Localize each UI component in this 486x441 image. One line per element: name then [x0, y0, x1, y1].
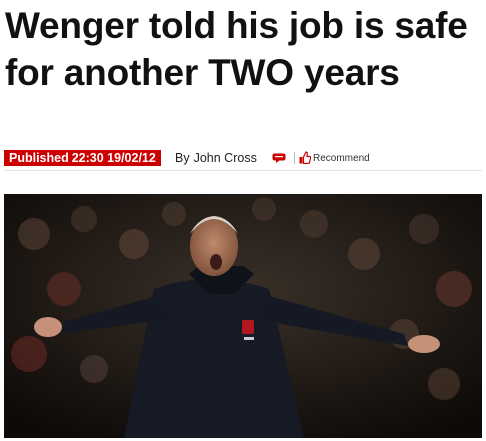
author-name[interactable]: John Cross — [194, 151, 257, 165]
comment-bubble-icon[interactable] — [272, 153, 286, 163]
manager-gesturing-image — [4, 194, 482, 438]
byline-bar: Published 22:30 19/02/12 By John Cross Rec… — [4, 148, 482, 171]
thumbs-up-icon[interactable] — [299, 151, 311, 164]
author-line: By John Cross — [175, 150, 257, 166]
article-headline: Wenger told his job is safe for another … — [5, 5, 468, 93]
article-photo — [4, 194, 482, 438]
by-label: By — [175, 151, 190, 165]
published-badge: Published 22:30 19/02/12 — [4, 150, 161, 166]
published-label: Published — [9, 151, 69, 165]
recommend-link[interactable]: Recommend — [313, 152, 370, 166]
published-time: 22:30 19/02/12 — [71, 151, 156, 165]
divider — [294, 152, 295, 164]
